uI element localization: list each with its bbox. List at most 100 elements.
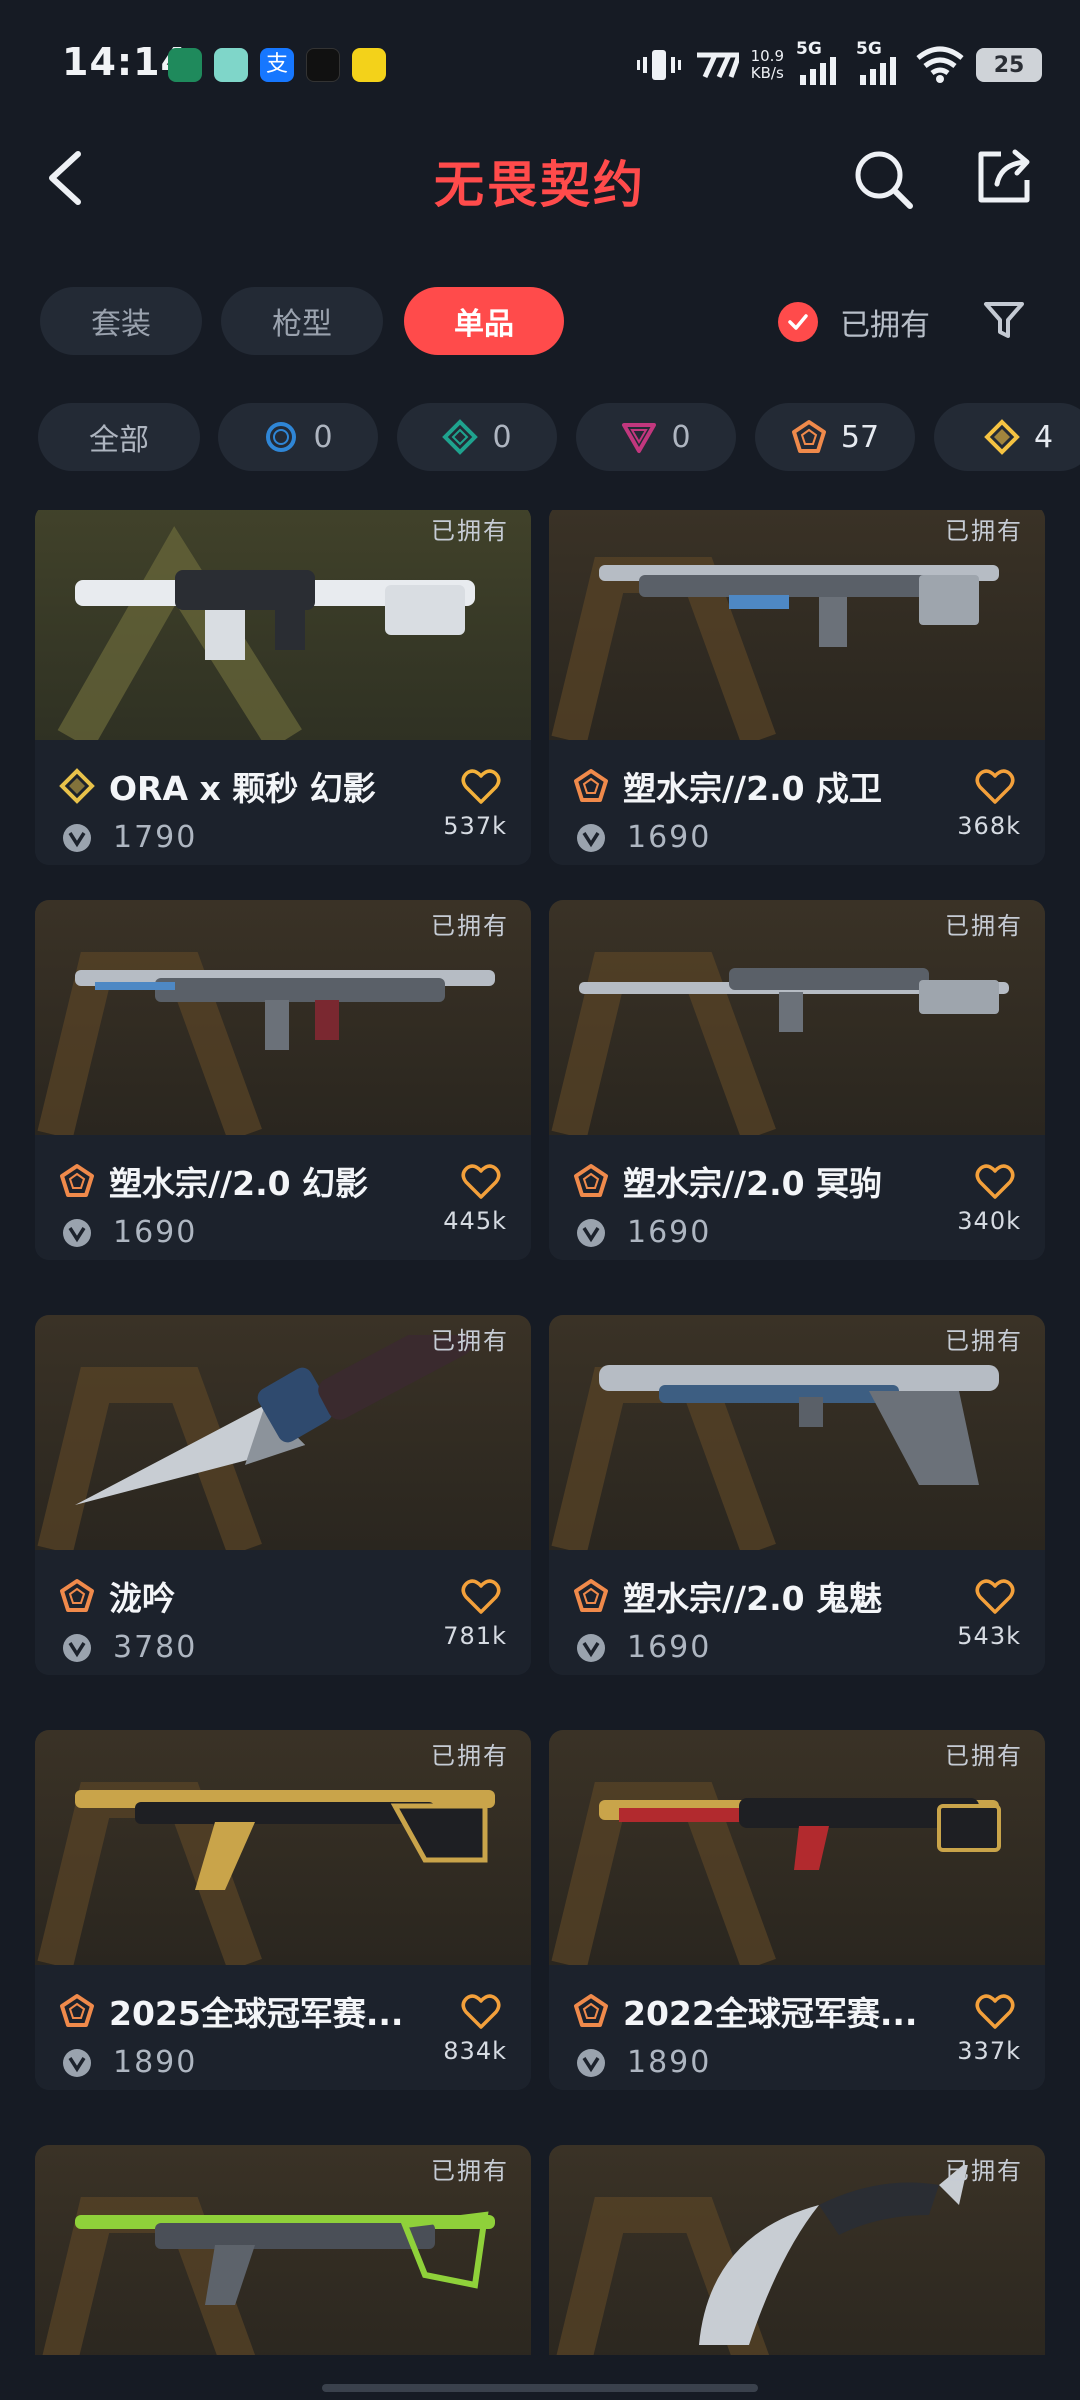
deluxe-tier-icon [442, 419, 479, 455]
exclusive-tier-icon [60, 1164, 94, 1197]
status-bar: 14:14 支 10.9 KB/s 5G 5G 25 [0, 0, 1080, 130]
exclusive-tier-icon [574, 1579, 608, 1612]
skin-name: 泷吟 [109, 1579, 175, 1618]
vp-currency-icon [63, 2049, 91, 2077]
ultra-tier-icon [984, 419, 1020, 455]
skin-name: 塑水宗//2.0 幻影 [109, 1164, 369, 1203]
signal-bars-icon [860, 57, 896, 85]
rarity-chip-select[interactable]: 0 [218, 403, 378, 471]
rarity-chip-premium[interactable]: 0 [576, 403, 736, 471]
vp-currency-icon [577, 824, 605, 852]
skin-info: 塑水宗//2.0 戍卫 1690 368k [549, 740, 1045, 865]
heart-icon[interactable] [461, 768, 501, 806]
owned-badge: 已拥有 [431, 517, 509, 545]
rifle-green-icon [75, 2211, 495, 2305]
skin-card[interactable]: 已拥有 [549, 2145, 1045, 2355]
like-count: 834k [443, 2037, 507, 2065]
exclusive-tier-icon [574, 1994, 608, 2027]
wifi-icon [916, 46, 964, 83]
signal-2: 5G [856, 39, 904, 87]
app-icon-yellow [352, 48, 386, 82]
rarity-chip-ultra[interactable]: 4 [934, 403, 1080, 471]
owned-badge: 已拥有 [945, 1742, 1023, 1770]
signal-bars-icon [800, 57, 836, 85]
tab-bundle[interactable]: 套装 [40, 287, 202, 355]
rarity-chip-all[interactable]: 全部 [38, 403, 200, 471]
skin-info: 塑水宗//2.0 冥驹 1690 340k [549, 1135, 1045, 1260]
skin-grid: 已拥有 ORA x 颗秒 幻影 1790 537k 已拥有 塑水宗//2.0 戍… [0, 510, 1080, 2355]
skin-info: ORA x 颗秒 幻影 1790 537k [35, 740, 531, 865]
rifle-silver-icon [599, 565, 999, 647]
skin-card[interactable]: 已拥有 2025全球冠军赛... 1890 834k [35, 1730, 531, 2090]
vibrate-icon [636, 50, 681, 80]
heart-icon[interactable] [461, 1163, 501, 1201]
like-count: 340k [957, 1207, 1021, 1235]
skin-price: 1890 [113, 2045, 198, 2080]
owned-badge: 已拥有 [945, 517, 1023, 545]
knife-blue-icon [75, 1335, 472, 1505]
heart-icon[interactable] [975, 768, 1015, 806]
heart-icon[interactable] [975, 1163, 1015, 1201]
owned-badge: 已拥有 [431, 1327, 509, 1355]
skin-card[interactable]: 已拥有 泷吟 3780 781k [35, 1315, 531, 1675]
owned-filter-toggle[interactable]: 已拥有 [778, 298, 930, 346]
skin-card[interactable]: 已拥有 塑水宗//2.0 鬼魅 1690 543k [549, 1315, 1045, 1675]
app-icon-green [168, 48, 202, 82]
alipay-icon: 支 [260, 48, 294, 82]
tiktok-icon [306, 48, 340, 82]
pistol-silver-icon [599, 1365, 999, 1485]
skin-card[interactable]: 已拥有 塑水宗//2.0 幻影 1690 445k [35, 900, 531, 1260]
exclusive-tier-icon [60, 1579, 94, 1612]
network-speed: 10.9 KB/s [750, 47, 784, 82]
skin-card[interactable]: 已拥有 塑水宗//2.0 戍卫 1690 368k [549, 510, 1045, 865]
battery-indicator: 25 [976, 48, 1042, 82]
skin-info: 塑水宗//2.0 鬼魅 1690 543k [549, 1550, 1045, 1675]
like-count: 781k [443, 1622, 507, 1650]
rifle-white-icon [75, 570, 475, 660]
heart-icon[interactable] [975, 1578, 1015, 1616]
rarity-chip-exclusive[interactable]: 57 [755, 403, 915, 471]
checkmark-icon[interactable] [778, 302, 818, 342]
tab-weapon-type[interactable]: 枪型 [221, 287, 383, 355]
owned-badge: 已拥有 [431, 2157, 509, 2185]
page-title: 无畏契约 [434, 156, 646, 214]
skin-info: 2025全球冠军赛... 1890 834k [35, 1965, 531, 2090]
skin-card[interactable]: 已拥有 [35, 2145, 531, 2355]
app-icon-teal [214, 48, 248, 82]
like-count: 543k [957, 1622, 1021, 1650]
skin-name: 塑水宗//2.0 戍卫 [623, 769, 883, 808]
skin-name: 2025全球冠军赛... [109, 1994, 404, 2033]
skin-price: 1790 [113, 820, 198, 855]
carrier-logo-icon [696, 52, 739, 79]
ultra-tier-icon [59, 768, 95, 804]
owned-badge: 已拥有 [945, 1327, 1023, 1355]
vp-currency-icon [577, 1634, 605, 1662]
home-indicator[interactable] [322, 2384, 758, 2392]
skin-card[interactable]: 已拥有 塑水宗//2.0 冥驹 1690 340k [549, 900, 1045, 1260]
status-right: 10.9 KB/s 5G 5G 25 [636, 39, 1042, 90]
heart-icon[interactable] [975, 1993, 1015, 2031]
skin-card[interactable]: 已拥有 ORA x 颗秒 幻影 1790 537k [35, 510, 531, 865]
skin-card[interactable]: 已拥有 2022全球冠军赛... 1890 337k [549, 1730, 1045, 2090]
skin-price: 1690 [627, 1215, 712, 1250]
search-icon[interactable] [852, 148, 914, 210]
heart-icon[interactable] [461, 1993, 501, 2031]
sniper-silver-icon [579, 968, 1009, 1032]
skin-price: 1690 [113, 1215, 198, 1250]
premium-tier-icon [622, 423, 657, 453]
owned-badge: 已拥有 [431, 912, 509, 940]
owned-filter-label: 已拥有 [840, 308, 930, 343]
skin-price: 1690 [627, 1630, 712, 1665]
filter-icon[interactable] [982, 298, 1026, 342]
skin-price: 1690 [627, 820, 712, 855]
rarity-chip-deluxe[interactable]: 0 [397, 403, 557, 471]
rifle-silver-icon [75, 970, 495, 1050]
tab-single-item[interactable]: 单品 [404, 287, 564, 355]
like-count: 445k [443, 1207, 507, 1235]
share-icon[interactable] [975, 148, 1033, 206]
like-count: 537k [443, 812, 507, 840]
skin-name: ORA x 颗秒 幻影 [109, 769, 376, 808]
rifle-red-icon [599, 1798, 1001, 1870]
skin-info: 泷吟 3780 781k [35, 1550, 531, 1675]
heart-icon[interactable] [461, 1578, 501, 1616]
